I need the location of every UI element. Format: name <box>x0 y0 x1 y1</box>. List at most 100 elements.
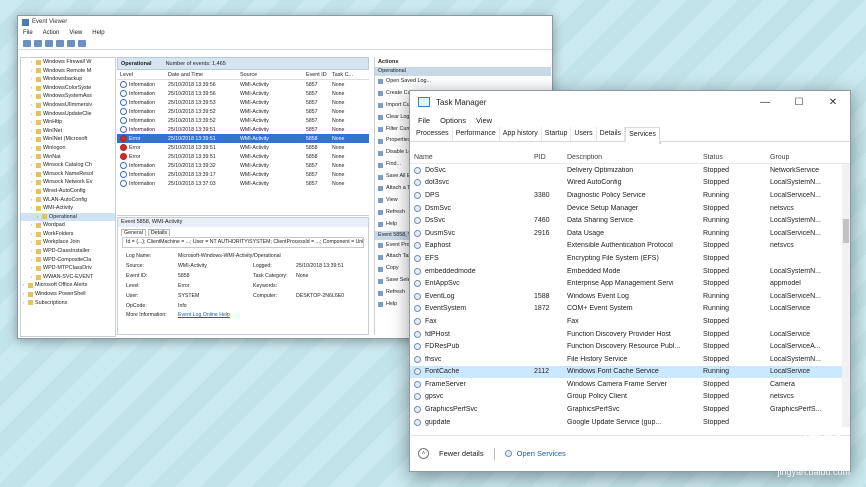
tab-startup[interactable]: Startup <box>542 127 572 141</box>
event-row[interactable]: Information 25/10/2018 13:39:56 WMI-Activi… <box>117 89 369 98</box>
tree-item[interactable]: › Windows Firewall W <box>21 58 115 67</box>
tab-users[interactable]: Users <box>571 127 597 141</box>
service-row[interactable]: DsSvc 7460 Data Sharing Service Running Loca… <box>410 214 850 227</box>
service-row[interactable]: FDResPub Function Discovery Resource Publ… <box>410 340 850 353</box>
help-icon[interactable] <box>67 40 75 47</box>
tree-item[interactable]: › WPD-MTPClassDriv <box>21 264 115 273</box>
tab-app-history[interactable]: App history <box>500 127 542 141</box>
tm-menu-view[interactable]: View <box>476 116 492 125</box>
service-row[interactable]: EventSystem 1872 COM+ Event System Running L… <box>410 303 850 316</box>
tree-item[interactable]: › Wordpad <box>21 221 115 230</box>
service-row[interactable]: GraphicsPerfSvc GraphicsPerfSvc Stopped Gra… <box>410 403 850 416</box>
tree-item[interactable]: › Subscriptions <box>21 299 115 308</box>
tree-item[interactable]: › WindowsSystemAss <box>21 92 115 101</box>
action-item[interactable]: Open Saved Log... <box>375 76 551 88</box>
service-row[interactable]: dot3svc Wired AutoConfig Stopped LocalSyste… <box>410 177 850 190</box>
tab-performance[interactable]: Performance <box>453 127 500 141</box>
tree-item[interactable]: › WinINet <box>21 127 115 136</box>
service-row[interactable]: gpsvc Group Policy Client Stopped netsvcs <box>410 391 850 404</box>
up-folder-icon[interactable] <box>45 40 53 47</box>
event-row[interactable]: Information 25/10/2018 13:39:56 WMI-Activi… <box>117 80 369 89</box>
event-row[interactable]: Information 25/10/2018 13:37:03 WMI-Activi… <box>117 179 369 188</box>
tree-item[interactable]: › WinNat <box>21 153 115 162</box>
event-row[interactable]: Information 25/10/2018 13:39:51 WMI-Activi… <box>117 125 369 134</box>
col-source[interactable]: Source <box>240 72 306 78</box>
event-row[interactable]: Information 25/10/2018 13:39:32 WMI-Activi… <box>117 161 369 170</box>
service-row[interactable]: FrameServer Windows Camera Frame Server St… <box>410 378 850 391</box>
tree-item[interactable]: › WorkFolders <box>21 230 115 239</box>
event-row[interactable]: Information 25/10/2018 13:39:52 WMI-Activi… <box>117 116 369 125</box>
event-row[interactable]: Error 25/10/2018 13:39:51 WMI-Activity 5858… <box>117 143 369 152</box>
forward-icon[interactable] <box>34 40 42 47</box>
open-services-link[interactable]: Open Services <box>504 449 566 458</box>
back-icon[interactable] <box>23 40 31 47</box>
service-row[interactable]: Eaphost Extensible Authentication Protoco… <box>410 240 850 253</box>
event-row[interactable]: Error 25/10/2018 13:39:51 WMI-Activity 5858… <box>117 134 369 143</box>
service-row[interactable]: Fax Fax Stopped <box>410 315 850 328</box>
tab-processes[interactable]: Processes <box>413 127 453 141</box>
event-row[interactable]: Information 25/10/2018 13:39:17 WMI-Activi… <box>117 170 369 179</box>
tab-details[interactable]: Details <box>597 127 626 141</box>
tree-item[interactable]: › WPD-CompositeCla <box>21 256 115 265</box>
tree-item[interactable]: › Winsock NameResol <box>21 170 115 179</box>
tree-item[interactable]: › WindowsColorSyste <box>21 84 115 93</box>
col-group[interactable]: Group <box>770 154 834 161</box>
tree-item[interactable]: › Winsock Catalog Ch <box>21 161 115 170</box>
col-level[interactable]: Level <box>117 72 168 78</box>
close-button[interactable]: ✕ <box>816 91 850 113</box>
tree-item[interactable]: › WWAN-SVC-EVENT <box>21 273 115 282</box>
service-row[interactable]: EFS Encrypting File System (EFS) Stopped <box>410 252 850 265</box>
event-row[interactable]: Information 25/10/2018 13:39:52 WMI-Activi… <box>117 107 369 116</box>
scrollbar-thumb[interactable] <box>843 219 849 243</box>
chevron-up-icon[interactable]: ˄ <box>418 448 429 459</box>
console-tree-icon[interactable] <box>56 40 64 47</box>
tab-services[interactable]: Services <box>625 127 660 142</box>
tree-item[interactable]: › Microsoft Office Alerts <box>21 281 115 290</box>
service-row[interactable]: FontCache 2112 Windows Font Cache Service R… <box>410 365 850 379</box>
tree-item[interactable]: › Windows Remote M <box>21 67 115 76</box>
fewer-details-link[interactable]: Fewer details <box>439 449 484 458</box>
menu-view[interactable]: View <box>69 30 82 36</box>
tree-item[interactable]: › WMI-Activity <box>21 204 115 213</box>
event-row[interactable]: Information 25/10/2018 13:39:53 WMI-Activi… <box>117 98 369 107</box>
service-row[interactable]: embeddedmode Embedded Mode Stopped LocalSys… <box>410 265 850 278</box>
tree-item[interactable]: › Windowsbackup <box>21 75 115 84</box>
tree-item[interactable]: › WinHttp <box>21 118 115 127</box>
maximize-button[interactable]: ☐ <box>782 91 816 113</box>
menu-action[interactable]: Action <box>43 30 60 36</box>
tree-item[interactable]: › WPD-ClassInstaller <box>21 247 115 256</box>
tree-item[interactable]: › WindowsUIImmersiv <box>21 101 115 110</box>
service-row[interactable]: gupdate Google Update Service (gup... Stop… <box>410 416 850 427</box>
tree-item[interactable]: › WindowsUpdateClie <box>21 110 115 119</box>
tree-item[interactable]: › WLAN-AutoConfig <box>21 196 115 205</box>
col-task[interactable]: Task C... <box>332 72 362 78</box>
tree-item[interactable]: › Wired-AutoConfig <box>21 187 115 196</box>
service-row[interactable]: DoSvc Delivery Optimization Stopped Network… <box>410 164 850 177</box>
more-info-link[interactable]: Event Log Online Help <box>178 312 230 318</box>
tm-menu-options[interactable]: Options <box>440 116 466 125</box>
actions-section-log[interactable]: Operational <box>375 67 551 76</box>
event-row[interactable]: Error 25/10/2018 13:39:51 WMI-Activity 5858… <box>117 152 369 161</box>
col-date[interactable]: Date and Time <box>168 72 240 78</box>
service-row[interactable]: DPS 3380 Diagnostic Policy Service Running L… <box>410 189 850 202</box>
tree-item[interactable]: › Operational <box>21 212 115 222</box>
col-pid[interactable]: PID <box>534 154 567 161</box>
tree-item[interactable]: › Winsock Network Ev <box>21 178 115 187</box>
service-row[interactable]: fdPHost Function Discovery Provider Host S… <box>410 328 850 341</box>
service-row[interactable]: DusmSvc 2916 Data Usage Running LocalService… <box>410 227 850 240</box>
menu-help[interactable]: Help <box>92 30 104 36</box>
tree-item[interactable]: › WinINet (Microsoft <box>21 135 115 144</box>
tree-item[interactable]: › Windows PowerShell <box>21 290 115 299</box>
menu-file[interactable]: File <box>23 30 33 36</box>
col-description[interactable]: Description <box>567 154 703 161</box>
tm-menu-file[interactable]: File <box>418 116 430 125</box>
tree-item[interactable]: › Workplace Join <box>21 238 115 247</box>
col-event-id[interactable]: Event ID <box>306 72 332 78</box>
minimize-button[interactable]: — <box>748 91 782 113</box>
service-row[interactable]: fhsvc File History Service Stopped LocalSys… <box>410 353 850 366</box>
tab-general[interactable]: General <box>121 229 146 236</box>
properties-icon[interactable] <box>78 40 86 47</box>
col-status[interactable]: Status <box>703 154 770 161</box>
service-row[interactable]: EntAppSvc Enterprise App Management Servi… <box>410 277 850 290</box>
tab-details[interactable]: Details <box>147 229 171 236</box>
